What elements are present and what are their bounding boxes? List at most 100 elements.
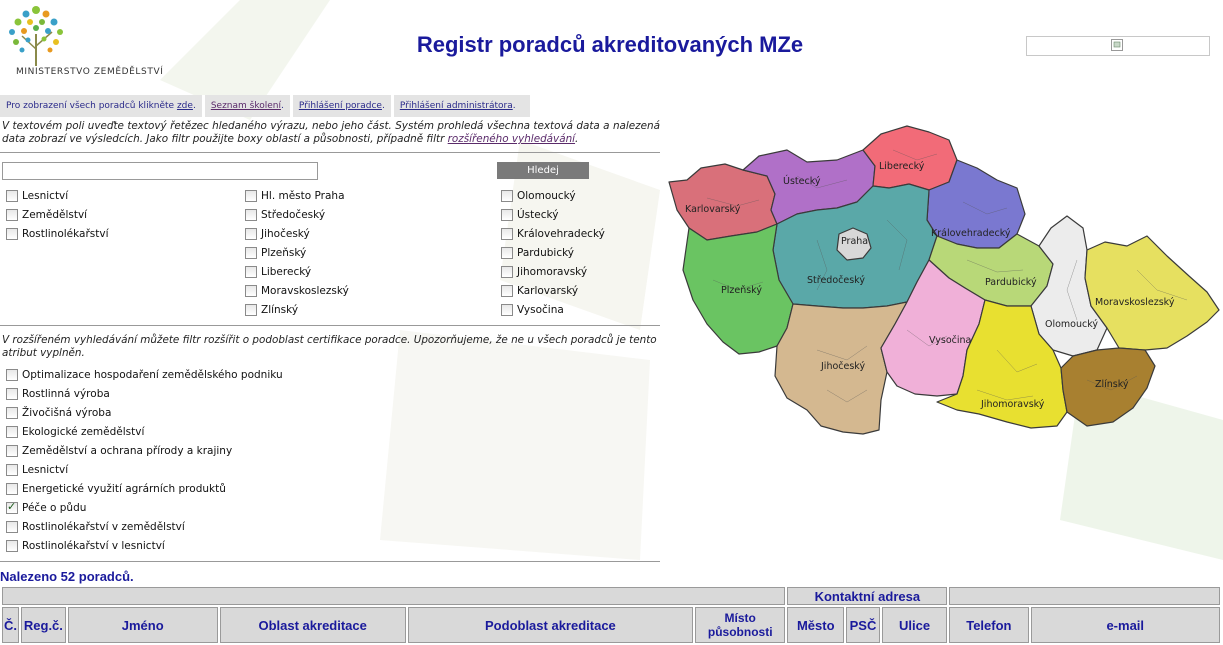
- divider: [0, 561, 660, 562]
- subarea-filter-checkbox[interactable]: [6, 369, 18, 381]
- column-header: Ulice: [881, 607, 948, 643]
- region-filter-label: Liberecký: [261, 266, 312, 278]
- region-filter-item: Moravskoslezský: [245, 285, 349, 297]
- area-filter-label: Lesnictví: [22, 190, 69, 202]
- region-filter-label: Vysočina: [517, 304, 564, 316]
- map-label-karlovarsky: Karlovarský: [685, 204, 741, 215]
- subarea-filter-label: Rostlinná výroba: [22, 388, 110, 400]
- search-input[interactable]: [2, 162, 318, 180]
- subarea-filter-item: Rostlinolékařství v zemědělství: [6, 521, 185, 533]
- subarea-filter-checkbox[interactable]: [6, 483, 18, 495]
- region-filter-label: Pardubický: [517, 247, 575, 259]
- region-filter-item: Zlínský: [245, 304, 298, 316]
- region-filter-item: Ústecký: [501, 209, 558, 221]
- subarea-filter-checkbox[interactable]: [6, 500, 18, 514]
- subarea-filter-checkbox[interactable]: [6, 445, 18, 457]
- region-filter-label: Moravskoslezský: [261, 285, 349, 297]
- region-filter-checkbox[interactable]: [245, 209, 257, 221]
- map-region-liberecky[interactable]: [862, 125, 958, 191]
- map-region-karlovarsky[interactable]: [668, 163, 778, 241]
- nav-dot: .: [192, 101, 196, 111]
- area-filter-checkbox[interactable]: [6, 190, 18, 202]
- nav-dot: .: [512, 101, 516, 111]
- subarea-filter-label: Energetické využití agrárních produktů: [22, 483, 226, 495]
- subarea-filter-item: Lesnictví: [6, 464, 68, 476]
- region-filter-item: Vysočina: [501, 304, 564, 316]
- extended-search-info: V rozšířeném vyhledávání můžete filtr ro…: [2, 334, 657, 359]
- column-header: Oblast akreditace: [219, 607, 406, 643]
- region-filter-checkbox[interactable]: [501, 285, 513, 297]
- nav-dot: .: [280, 101, 284, 111]
- region-filter-checkbox[interactable]: [245, 266, 257, 278]
- region-filter-item: Jihočeský: [245, 228, 310, 240]
- region-filter-checkbox[interactable]: [245, 285, 257, 297]
- table-header-blank: [2, 587, 786, 605]
- area-filter-label: Rostlinolékařství: [22, 228, 109, 240]
- extended-search-link[interactable]: rozšířeného vyhledávání: [448, 133, 575, 145]
- map-label-jihocesky: Jihočeský: [820, 361, 865, 372]
- region-filter-checkbox[interactable]: [245, 190, 257, 202]
- nav-training: Seznam školení.: [205, 95, 293, 117]
- region-filter-checkbox[interactable]: [501, 228, 513, 240]
- region-filter-checkbox[interactable]: [501, 209, 513, 221]
- czech-regions-map[interactable]: Karlovarský Ústecký Liberecký Praha Král…: [667, 110, 1223, 470]
- intro-text: V textovém poli uveďte textový řetězec h…: [2, 120, 660, 146]
- region-filter-item: Jihomoravský: [501, 266, 587, 278]
- broken-image-icon: [1111, 39, 1123, 51]
- region-filter-checkbox[interactable]: [245, 304, 257, 316]
- region-filter-label: Plzeňský: [261, 247, 307, 259]
- map-label-stredocesky: Středočeský: [807, 275, 865, 286]
- divider: [0, 152, 660, 153]
- subarea-filter-label: Lesnictví: [22, 464, 69, 476]
- column-header: Telefon: [949, 607, 1029, 643]
- map-label-pardubicky: Pardubický: [985, 277, 1037, 288]
- region-filter-checkbox[interactable]: [245, 247, 257, 259]
- subarea-filter-label: Živočišná výroba: [22, 407, 112, 419]
- table-header-blank: [949, 587, 1220, 605]
- map-label-moravskoslezsky: Moravskoslezský: [1095, 297, 1175, 308]
- subarea-filter-item: Energetické využití agrárních produktů: [6, 483, 226, 495]
- column-header: e-mail: [1030, 607, 1220, 643]
- search-button[interactable]: Hledej: [497, 162, 589, 179]
- area-filter-checkbox[interactable]: [6, 209, 18, 221]
- intro-suffix: .: [575, 133, 579, 145]
- nav-advisor-login-link[interactable]: Přihlášení poradce: [299, 101, 382, 111]
- subarea-filter-label: Optimalizace hospodaření zemědělského po…: [22, 369, 283, 381]
- nav-training-link[interactable]: Seznam školení: [211, 101, 281, 111]
- nav-all-link[interactable]: zde: [177, 101, 193, 111]
- subarea-filter-checkbox[interactable]: [6, 464, 18, 476]
- region-filter-checkbox[interactable]: [501, 304, 513, 316]
- subarea-filter-checkbox[interactable]: [6, 426, 18, 438]
- region-filter-label: Olomoucký: [517, 190, 576, 202]
- subarea-filter-checkbox[interactable]: [6, 388, 18, 400]
- subarea-filter-item: Rostlinolékařství v lesnictví: [6, 540, 165, 552]
- subarea-filter-item: Optimalizace hospodaření zemědělského po…: [6, 369, 283, 381]
- ministry-logo[interactable]: [4, 4, 214, 90]
- region-filter-label: Zlínský: [261, 304, 299, 316]
- subarea-filter-checkbox[interactable]: [6, 540, 18, 552]
- region-filter-label: Ústecký: [517, 209, 559, 221]
- subarea-filter-label: Ekologické zemědělství: [22, 426, 145, 438]
- map-label-ustecky: Ústecký: [783, 175, 821, 187]
- nav-dot: .: [381, 101, 385, 111]
- region-filter-checkbox[interactable]: [245, 228, 257, 240]
- subarea-filter-item: Zemědělství a ochrana přírody a krajiny: [6, 445, 232, 457]
- column-header: PSČ: [846, 607, 880, 643]
- nav-admin-login: Přihlášení administrátora.: [394, 95, 522, 117]
- subarea-filter-checkbox[interactable]: [6, 407, 18, 419]
- region-filter-checkbox[interactable]: [501, 247, 513, 259]
- nav-admin-login-link[interactable]: Přihlášení administrátora: [400, 101, 513, 111]
- map-label-jihomoravsky: Jihomoravský: [980, 399, 1045, 410]
- region-filter-item: Olomoucký: [501, 190, 576, 202]
- region-filter-item: Pardubický: [501, 247, 574, 259]
- nav-advisor-login: Přihlášení poradce.: [293, 95, 394, 117]
- subarea-filter-item: Ekologické zemědělství: [6, 426, 144, 438]
- region-filter-checkbox[interactable]: [501, 190, 513, 202]
- subarea-filter-item: Péče o půdu: [6, 500, 86, 514]
- map-label-plzensky: Plzeňský: [721, 285, 762, 296]
- region-filter-checkbox[interactable]: [501, 266, 513, 278]
- subarea-filter-label: Rostlinolékařství v lesnictví: [22, 540, 165, 552]
- area-filter-checkbox[interactable]: [6, 228, 18, 240]
- nav-bar: Pro zobrazení všech poradců klikněte zde…: [0, 95, 530, 117]
- subarea-filter-checkbox[interactable]: [6, 521, 18, 533]
